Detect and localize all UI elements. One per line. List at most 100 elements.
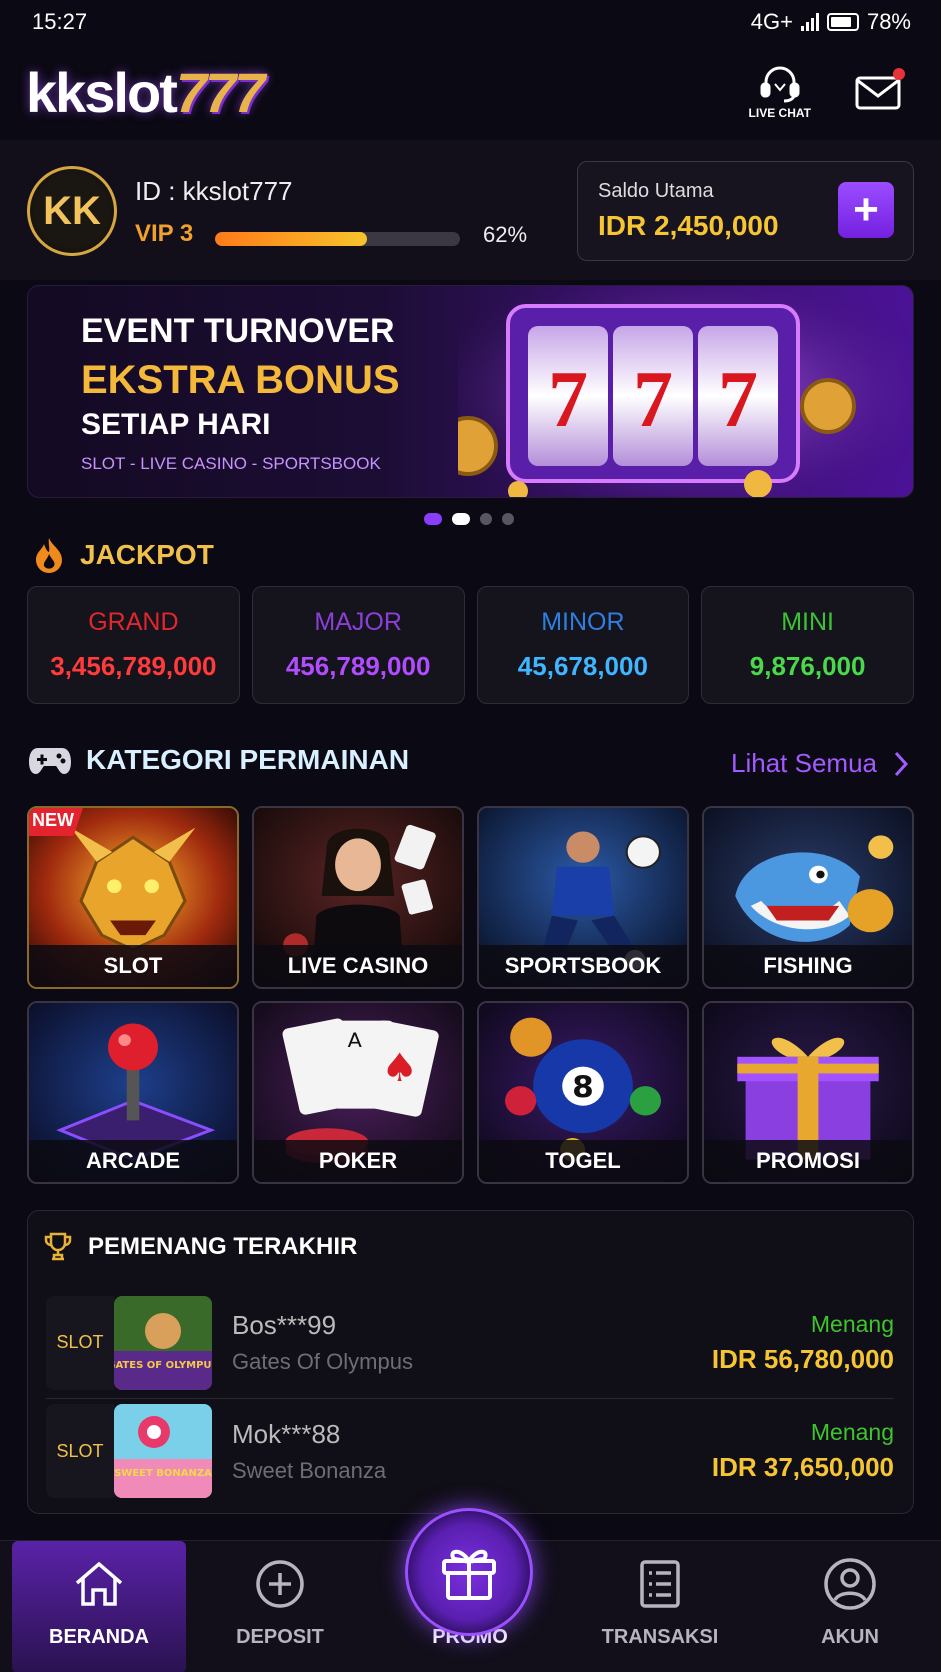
category-grid: NEW SLOT LIVE CASINO SPORTSBOOK FISHING … bbox=[27, 806, 914, 1184]
winner-row[interactable]: SLOT SWEET BONANZA Mok***88 Sweet Bonanz… bbox=[46, 1403, 894, 1499]
live-chat-label: LIVE CHAT bbox=[748, 106, 811, 120]
status-indicators: 4G+ 78% bbox=[751, 9, 911, 35]
carousel-dot[interactable] bbox=[424, 513, 442, 525]
winner-row[interactable]: SLOT GATES OF OLYMPUS Bos***99 Gates Of … bbox=[46, 1287, 894, 1399]
nav-deposit[interactable]: DEPOSIT bbox=[200, 1541, 360, 1672]
jackpot-name: GRAND bbox=[88, 608, 179, 636]
category-promosi[interactable]: PROMOSI bbox=[702, 1001, 914, 1184]
vip-progress-label: 62% bbox=[483, 222, 528, 247]
nav-transaksi[interactable]: TRANSAKSI bbox=[580, 1541, 740, 1672]
vip-progress-fill bbox=[215, 232, 367, 246]
winner-category: SLOT bbox=[46, 1295, 114, 1390]
svg-text:GATES OF OLYMPUS: GATES OF OLYMPUS bbox=[114, 1360, 212, 1371]
carousel-dot[interactable] bbox=[452, 513, 470, 525]
jackpot-name: MINOR bbox=[541, 608, 625, 636]
svg-text:7: 7 bbox=[633, 356, 673, 444]
jackpot-card-major: MAJOR 456,789,000 bbox=[251, 586, 465, 704]
promo-button[interactable] bbox=[405, 1508, 533, 1636]
category-live-casino[interactable]: LIVE CASINO bbox=[252, 806, 464, 989]
winner-username: Mok***88 bbox=[232, 1418, 341, 1449]
slot-machine-icon: 7 7 7 bbox=[458, 286, 913, 497]
category-sportsbook[interactable]: SPORTSBOOK bbox=[477, 806, 689, 989]
winner-amount: IDR 37,650,000 bbox=[711, 1452, 894, 1482]
svg-text:8: 8 bbox=[572, 1071, 594, 1105]
winner-category: SLOT bbox=[46, 1404, 114, 1498]
jackpot-value: 456,789,000 bbox=[285, 651, 431, 681]
carousel-dot[interactable] bbox=[480, 513, 492, 525]
nav-beranda[interactable]: BERANDA bbox=[12, 1541, 186, 1672]
jackpot-card-mini: MINI 9,876,000 bbox=[701, 586, 914, 704]
banner-categories: SLOT - LIVE CASINO - SPORTSBOOK bbox=[81, 454, 381, 473]
trophy-icon bbox=[44, 1232, 72, 1261]
app-logo[interactable]: kkslot 777 bbox=[26, 60, 265, 125]
vip-progress-bar bbox=[215, 232, 460, 246]
category-label: ARCADE bbox=[29, 1140, 237, 1182]
category-label: LIVE CASINO bbox=[254, 945, 462, 987]
banner-headline: EVENT TURNOVER bbox=[81, 312, 395, 350]
battery-level: 78% bbox=[866, 9, 911, 34]
plus-circle-icon bbox=[256, 1560, 304, 1608]
category-label: SPORTSBOOK bbox=[479, 945, 687, 987]
receipt-icon bbox=[640, 1560, 680, 1608]
jackpot-card-minor: MINOR 45,678,000 bbox=[476, 586, 690, 704]
headset-icon bbox=[760, 66, 800, 103]
mail-icon bbox=[855, 76, 901, 110]
svg-text:7: 7 bbox=[548, 356, 588, 444]
game-thumbnail: SWEET BONANZA bbox=[114, 1404, 212, 1498]
category-arcade[interactable]: ARCADE bbox=[27, 1001, 239, 1184]
home-icon bbox=[75, 1561, 123, 1606]
category-slot[interactable]: NEW SLOT bbox=[27, 806, 239, 989]
user-icon bbox=[824, 1558, 876, 1610]
carousel-dot[interactable] bbox=[502, 513, 514, 525]
category-fishing[interactable]: FISHING bbox=[702, 806, 914, 989]
jackpot-section-title: JACKPOT bbox=[32, 536, 214, 574]
winner-status: Menang bbox=[810, 1310, 894, 1337]
winner-game: Sweet Bonanza bbox=[232, 1457, 387, 1483]
banner-subheadline: SETIAP HARI bbox=[81, 408, 271, 441]
category-label: FISHING bbox=[704, 945, 912, 987]
nav-akun[interactable]: AKUN bbox=[770, 1541, 930, 1672]
notification-dot bbox=[893, 68, 905, 80]
vip-level: VIP 3 bbox=[135, 220, 194, 247]
winner-amount: IDR 56,780,000 bbox=[711, 1343, 894, 1374]
balance-label: Saldo Utama bbox=[598, 180, 714, 202]
svg-text:♠: ♠ bbox=[381, 1045, 418, 1091]
game-thumbnail: GATES OF OLYMPUS bbox=[114, 1295, 212, 1390]
battery-icon bbox=[826, 13, 859, 31]
live-chat-button[interactable]: LIVE CHAT bbox=[749, 64, 811, 120]
winner-game: Gates Of Olympus bbox=[232, 1349, 413, 1374]
category-togel[interactable]: 8 TOGEL bbox=[477, 1001, 689, 1184]
user-id: ID : kkslot777 bbox=[135, 176, 293, 206]
jackpot-name: MINI bbox=[781, 608, 835, 636]
status-bar: 15:27 4G+ 78% bbox=[0, 0, 941, 44]
svg-text:A: A bbox=[348, 1029, 362, 1052]
banner-pagination bbox=[424, 513, 514, 525]
chevron-right-icon bbox=[894, 751, 909, 776]
winners-title: PEMENANG TERAKHIR bbox=[42, 1231, 357, 1263]
promo-banner[interactable]: EVENT TURNOVER EKSTRA BONUS SETIAP HARI … bbox=[27, 285, 914, 498]
category-poker[interactable]: ♠ A POKER bbox=[252, 1001, 464, 1184]
winner-status: Menang bbox=[810, 1419, 894, 1445]
jackpot-value: 45,678,000 bbox=[517, 651, 648, 681]
signal-icon bbox=[800, 13, 819, 31]
jackpot-card-grand: GRAND 3,456,789,000 bbox=[27, 586, 240, 704]
status-time: 15:27 bbox=[32, 9, 88, 34]
see-all-link[interactable]: Lihat Semua bbox=[731, 748, 909, 779]
balance-value: IDR 2,450,000 bbox=[598, 210, 779, 241]
category-section-title: KATEGORI PERMAINAN bbox=[28, 744, 409, 776]
inbox-button[interactable] bbox=[855, 68, 905, 110]
plus-icon: + bbox=[853, 185, 879, 234]
gift-icon bbox=[442, 1549, 496, 1600]
fire-icon bbox=[36, 538, 62, 573]
recent-winners-panel: PEMENANG TERAKHIR SLOT GATES OF OLYMPUS … bbox=[27, 1210, 914, 1514]
svg-text:SWEET BONANZA: SWEET BONANZA bbox=[114, 1468, 212, 1479]
category-label: SLOT bbox=[29, 945, 237, 987]
jackpot-value: 3,456,789,000 bbox=[50, 651, 217, 681]
avatar[interactable]: KK bbox=[27, 166, 117, 256]
balance-card: Saldo Utama IDR 2,450,000 + bbox=[577, 161, 914, 261]
add-balance-button[interactable]: + bbox=[838, 182, 894, 238]
winner-username: Bos***99 bbox=[232, 1310, 337, 1340]
category-label: POKER bbox=[254, 1140, 462, 1182]
svg-text:7: 7 bbox=[718, 356, 758, 444]
category-label: PROMOSI bbox=[704, 1140, 912, 1182]
